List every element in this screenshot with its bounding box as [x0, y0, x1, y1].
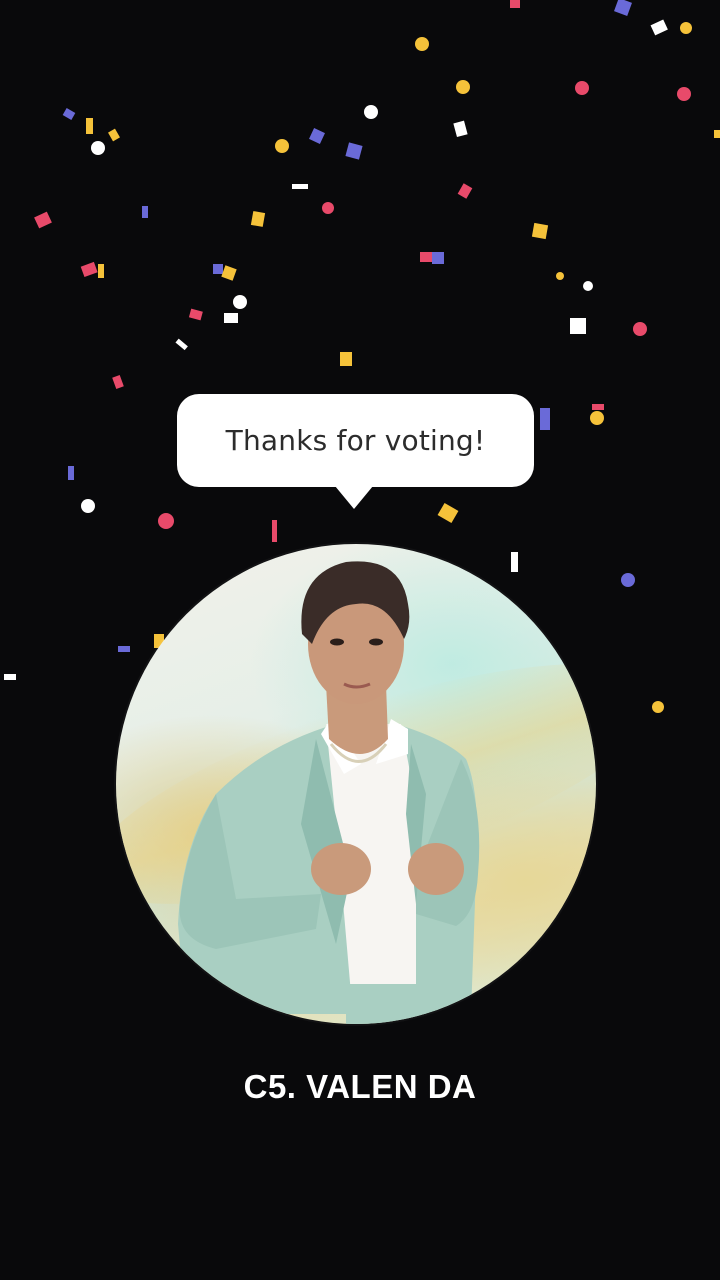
vote-confirmation-screen: Thanks for voting! C5. VALEN DA: [0, 0, 720, 1280]
contestant-figure: [178, 561, 480, 1024]
confetti-piece: [221, 265, 237, 281]
confetti-piece: [456, 80, 470, 94]
speech-bubble-tail: [335, 486, 373, 509]
confetti-piece: [142, 206, 148, 218]
confetti-piece: [633, 322, 647, 336]
confetti-piece: [112, 374, 124, 390]
confetti-piece: [322, 202, 334, 214]
confetti-piece: [575, 81, 589, 95]
confetti-piece: [677, 87, 691, 101]
confetti-piece: [437, 502, 459, 524]
confetti-piece: [345, 142, 363, 160]
confetti-piece: [457, 183, 473, 199]
confetti-piece: [570, 318, 586, 334]
confetti-piece: [510, 0, 520, 8]
confetti-piece: [158, 513, 174, 529]
confetti-piece: [540, 408, 550, 430]
thanks-message: Thanks for voting!: [225, 424, 486, 457]
confetti-piece: [272, 520, 277, 542]
confetti-piece: [292, 184, 308, 189]
confetti-piece: [213, 264, 223, 274]
confetti-piece: [614, 0, 632, 16]
confetti-piece: [275, 139, 289, 153]
confetti-piece: [188, 308, 203, 321]
confetti-piece: [590, 411, 604, 425]
confetti-piece: [556, 272, 564, 280]
confetti-piece: [86, 118, 93, 134]
confetti-piece: [4, 674, 16, 680]
confetti-piece: [592, 404, 604, 410]
confetti-piece: [680, 22, 692, 34]
thanks-speech-bubble: Thanks for voting!: [177, 394, 534, 487]
confetti-piece: [224, 313, 238, 323]
confetti-piece: [621, 573, 635, 587]
confetti-piece: [108, 128, 120, 142]
confetti-piece: [80, 261, 98, 278]
confetti-piece: [34, 211, 52, 229]
confetti-piece: [233, 295, 247, 309]
confetti-piece: [340, 352, 352, 366]
confetti-piece: [250, 211, 266, 227]
confetti-piece: [420, 252, 432, 262]
confetti-piece: [68, 466, 74, 480]
confetti-piece: [531, 222, 549, 240]
confetti-piece: [91, 141, 105, 155]
confetti-piece: [432, 252, 444, 264]
confetti-piece: [652, 701, 664, 713]
confetti-piece: [81, 499, 95, 513]
confetti-piece: [309, 128, 325, 144]
confetti-piece: [415, 37, 429, 51]
confetti-piece: [175, 338, 188, 351]
contestant-photo: [116, 544, 596, 1024]
confetti-piece: [650, 19, 668, 36]
contestant-name: C5. VALEN DA: [243, 1068, 477, 1105]
confetti-piece: [62, 108, 76, 120]
confetti-piece: [714, 130, 720, 138]
confetti-piece: [583, 281, 593, 291]
confetti-piece: [453, 120, 468, 138]
confetti-piece: [98, 264, 104, 278]
confetti-piece: [364, 105, 378, 119]
